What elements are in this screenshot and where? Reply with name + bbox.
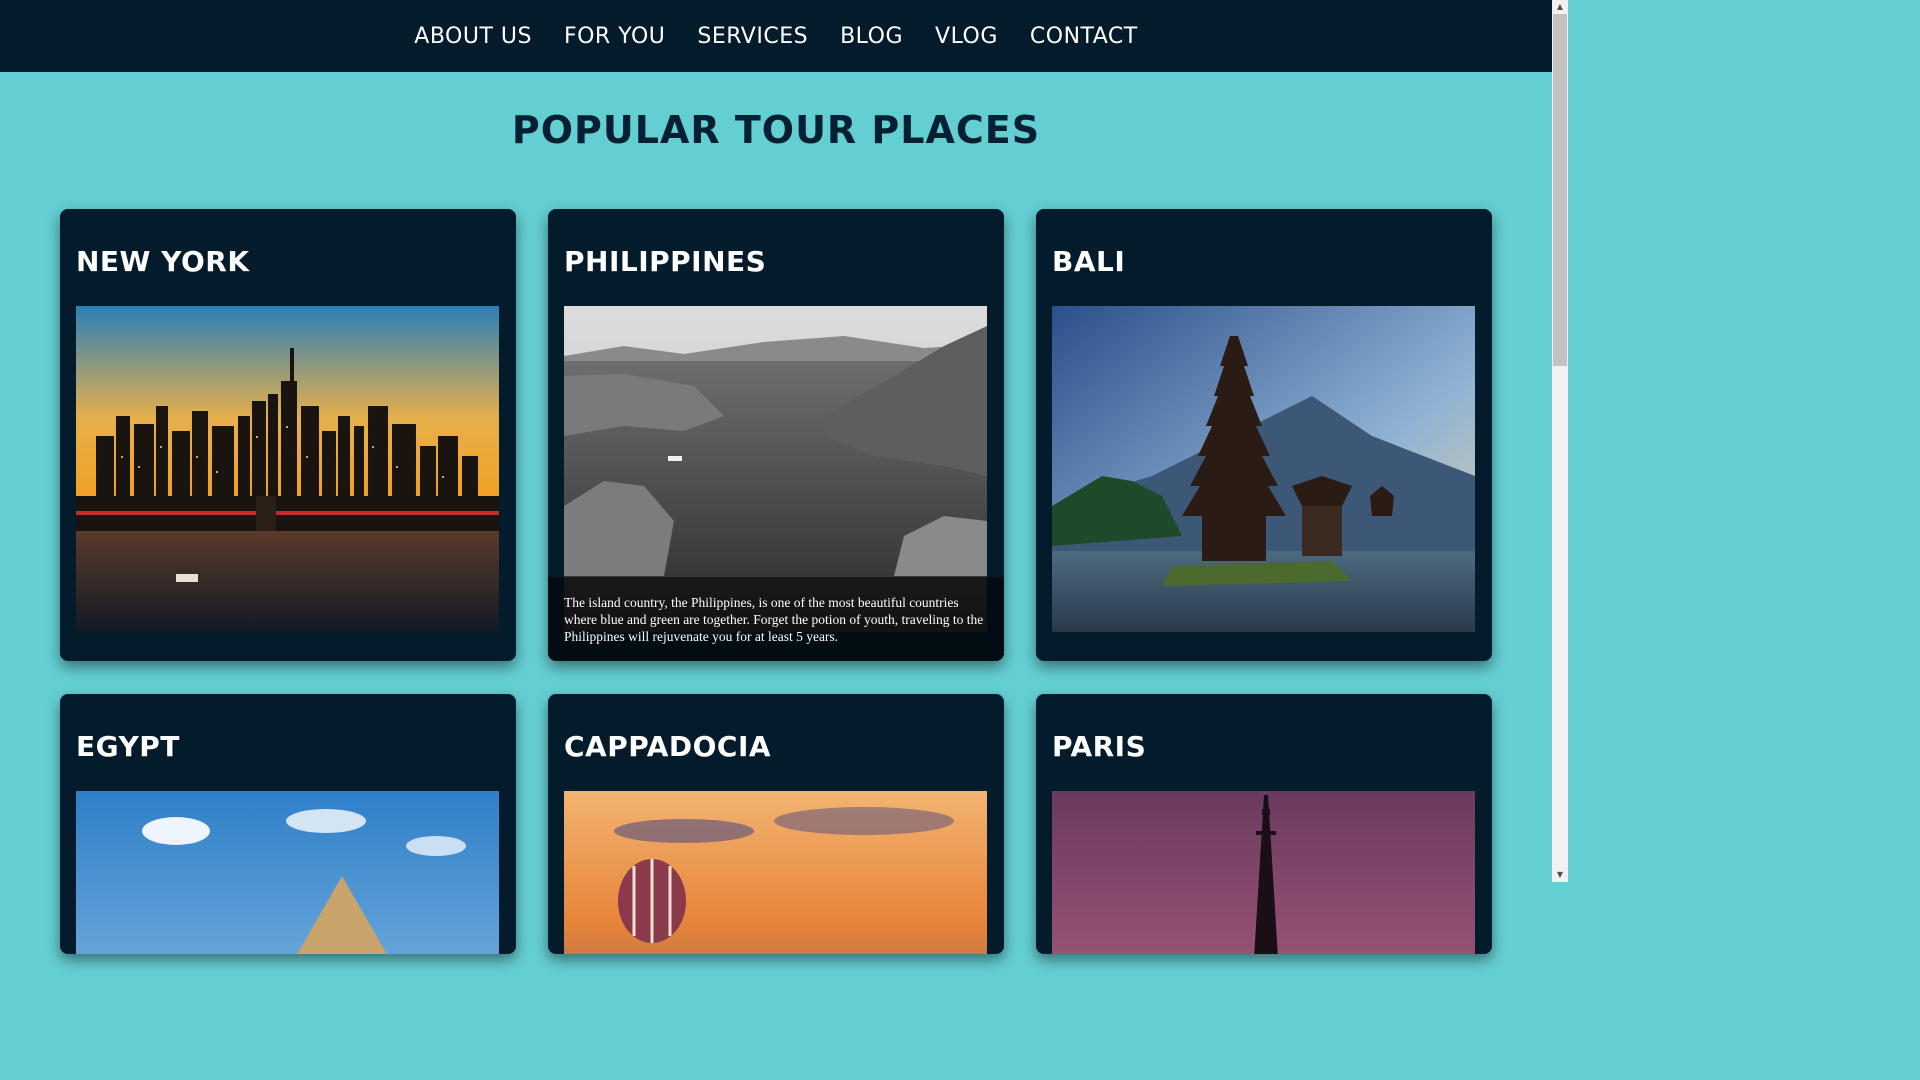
- card-bali[interactable]: BALI: [1036, 209, 1492, 661]
- scroll-down-arrow[interactable]: ▼: [1552, 868, 1568, 882]
- card-egypt[interactable]: EGYPT: [60, 694, 516, 954]
- card-title: NEW YORK: [76, 245, 250, 278]
- nav-link-blog[interactable]: BLOG: [840, 24, 903, 49]
- nav-link-contact[interactable]: CONTACT: [1030, 24, 1138, 49]
- nav-link-services[interactable]: SERVICES: [697, 24, 808, 49]
- card-cappadocia[interactable]: CAPPADOCIA: [548, 694, 1004, 954]
- card-new-york[interactable]: NEW YORK: [60, 209, 516, 661]
- card-title: CAPPADOCIA: [564, 730, 772, 763]
- nav-link-for-you[interactable]: FOR YOU: [564, 24, 665, 49]
- bali-image: [1052, 306, 1475, 632]
- egypt-image: [76, 791, 499, 954]
- new-york-image: [76, 306, 499, 632]
- card-philippines[interactable]: PHILIPPINES The island country, the Phil…: [548, 209, 1004, 661]
- scroll-thumb[interactable]: [1553, 14, 1567, 366]
- scroll-up-arrow[interactable]: ▲: [1552, 0, 1568, 14]
- nav-link-about-us[interactable]: ABOUT US: [414, 24, 532, 49]
- card-title: EGYPT: [76, 730, 180, 763]
- cappadocia-image: [564, 791, 987, 954]
- nav-link-vlog[interactable]: VLOG: [935, 24, 998, 49]
- page-title: POPULAR TOUR PLACES: [511, 108, 1041, 152]
- card-title: PHILIPPINES: [564, 245, 767, 278]
- card-caption: The island country, the Philippines, is …: [548, 577, 1004, 661]
- card-paris[interactable]: PARIS: [1036, 694, 1492, 954]
- top-navbar: ABOUT US FOR YOU SERVICES BLOG VLOG CONT…: [0, 0, 1552, 72]
- card-title: PARIS: [1052, 730, 1147, 763]
- paris-image: [1052, 791, 1475, 954]
- card-title: BALI: [1052, 245, 1126, 278]
